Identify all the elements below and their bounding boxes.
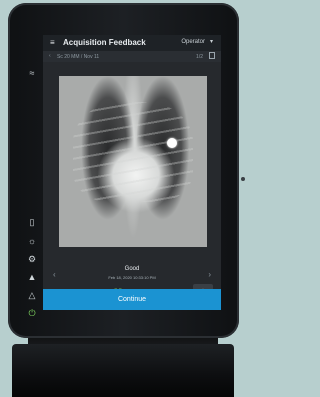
patient-bar: ‹ Sc 20 MM / Nov 11 1/2	[43, 51, 221, 62]
alert-icon[interactable]: △	[23, 289, 41, 301]
zigzag-icon[interactable]: ≈	[23, 67, 41, 79]
stand-base	[12, 344, 234, 397]
title-bar: ≡ Acquisition Feedback Operator ▾	[43, 35, 221, 51]
document-icon[interactable]	[209, 52, 215, 59]
continue-button[interactable]: Continue	[43, 289, 221, 310]
image-count: 1/2	[196, 54, 203, 60]
rib-cage-shadow	[73, 102, 193, 202]
tablet-icon[interactable]: ▯	[23, 216, 41, 228]
operator-dropdown[interactable]: Operator	[181, 39, 205, 45]
brightness-icon[interactable]: ☼	[23, 235, 41, 247]
xray-image[interactable]	[59, 76, 207, 247]
hamburger-menu-icon[interactable]: ≡	[50, 38, 55, 47]
side-button-strip: ≈ ▯ ☼ ⚙ ▲ △ ⏻	[23, 67, 41, 327]
image-toolbar: ⌖ ⟳ ⤱ ◉	[43, 257, 221, 300]
patient-info: Sc 20 MM / Nov 11	[57, 54, 100, 60]
marker-dot	[167, 138, 177, 148]
chevron-down-icon[interactable]: ▾	[210, 38, 213, 45]
settings-icon[interactable]: ⚙	[23, 253, 41, 265]
camera-dot	[241, 177, 245, 181]
chevron-left-icon[interactable]: ‹	[49, 53, 51, 59]
screen: ≡ Acquisition Feedback Operator ▾ ‹ Sc 2…	[43, 35, 221, 310]
warning-icon[interactable]: ▲	[23, 271, 41, 283]
power-icon[interactable]: ⏻	[23, 307, 41, 319]
page-title: Acquisition Feedback	[63, 38, 146, 47]
